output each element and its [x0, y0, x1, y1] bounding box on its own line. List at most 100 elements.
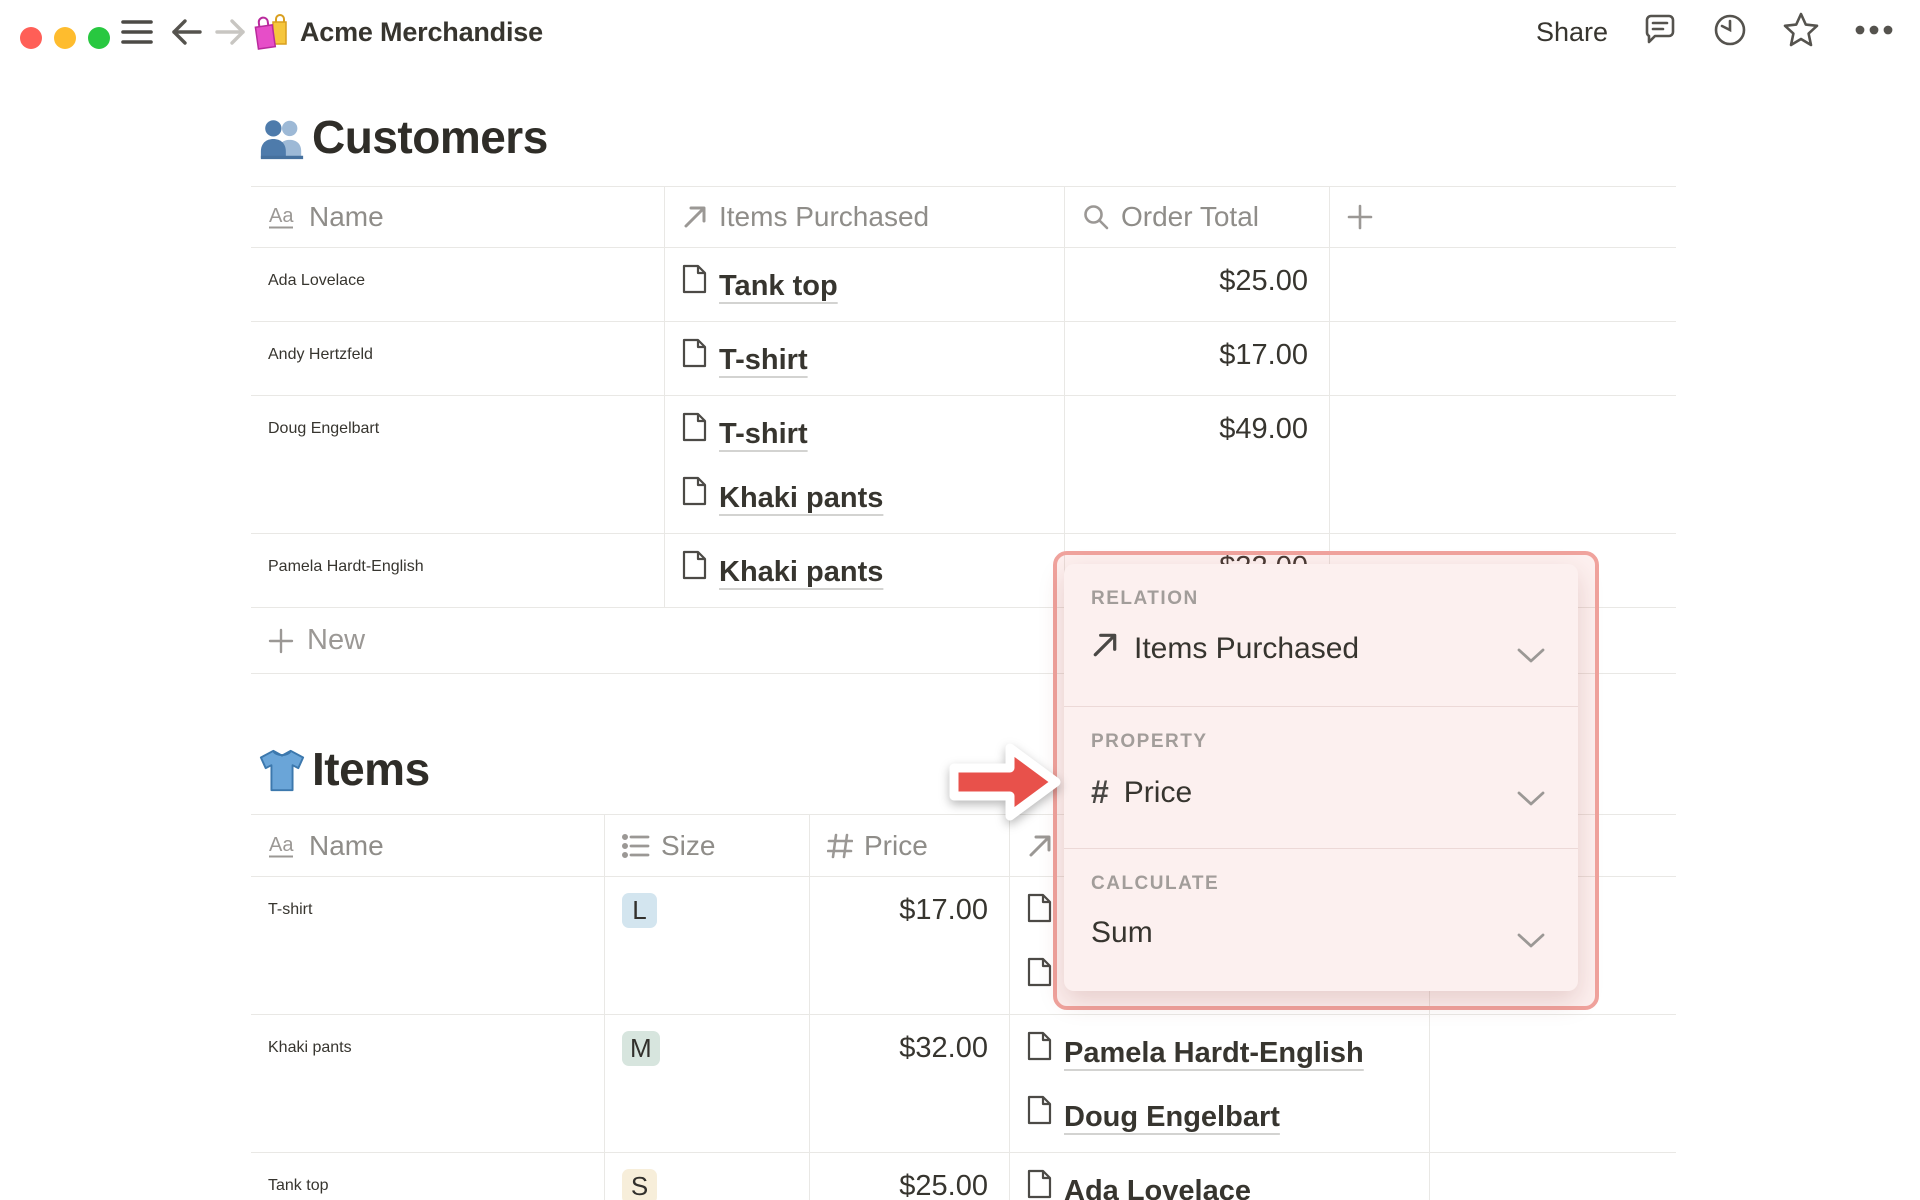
- tshirt-icon: [258, 745, 306, 793]
- price-cell[interactable]: $32.00: [810, 1015, 1010, 1152]
- customer-name-cell[interactable]: Andy Hertzfeld: [251, 322, 665, 395]
- customers-db-heading: Customers: [258, 110, 548, 164]
- users-icon: [258, 113, 306, 161]
- page-link[interactable]: Doug Engelbart: [1027, 1095, 1415, 1138]
- red-arrow-icon: [948, 740, 1064, 829]
- items-db-title[interactable]: Items: [312, 742, 430, 796]
- customers-db-title[interactable]: Customers: [312, 110, 548, 164]
- page-icon: [682, 476, 707, 519]
- title-icon: Aa: [268, 831, 298, 861]
- size-tag[interactable]: L: [622, 893, 657, 928]
- size-tag[interactable]: S: [622, 1169, 657, 1200]
- item-name-cell[interactable]: Khaki pants: [251, 1015, 605, 1152]
- size-tag[interactable]: M: [622, 1031, 660, 1066]
- table-row: Ada Lovelace Tank top $25.00: [251, 248, 1676, 322]
- column-header-items-purchased[interactable]: Items Purchased: [665, 187, 1065, 247]
- svg-text:Aa: Aa: [269, 205, 294, 227]
- calculate-section: CALCULATE Sum: [1064, 848, 1578, 990]
- customer-name-link[interactable]: Ada Lovelace: [268, 272, 365, 289]
- notion-window: Acme Merchandise Share Customers Aa Name…: [0, 0, 1920, 1200]
- customer-name-link[interactable]: Andy Hertzfeld: [268, 346, 373, 363]
- customers-relation-cell[interactable]: Pamela Hardt-English Doug Engelbart: [1010, 1015, 1430, 1152]
- customer-name-link[interactable]: Doug Engelbart: [268, 420, 379, 437]
- zoom-window-button[interactable]: [88, 27, 110, 49]
- more-options-button[interactable]: [1854, 23, 1894, 41]
- shopping-bags-icon: [252, 0, 292, 64]
- table-row: Andy Hertzfeld T-shirt $17.00: [251, 322, 1676, 396]
- back-button[interactable]: [170, 0, 204, 64]
- minimize-window-button[interactable]: [54, 27, 76, 49]
- size-cell[interactable]: M: [605, 1015, 810, 1152]
- page-icon: [1027, 957, 1052, 1000]
- items-purchased-cell[interactable]: T-shirt Khaki pants: [665, 396, 1065, 533]
- chevron-down-icon: [1516, 789, 1546, 812]
- page-link[interactable]: Khaki pants: [682, 550, 1050, 593]
- customer-name-cell[interactable]: Ada Lovelace: [251, 248, 665, 321]
- items-purchased-cell[interactable]: T-shirt: [665, 322, 1065, 395]
- items-purchased-cell[interactable]: Tank top: [665, 248, 1065, 321]
- rollup-magnifier-icon: [1082, 203, 1110, 231]
- number-hash-icon: #: [1091, 774, 1109, 810]
- chevron-down-icon: [1516, 646, 1546, 669]
- size-cell[interactable]: S: [605, 1153, 810, 1200]
- svg-text:Aa: Aa: [269, 834, 294, 856]
- customers-table-header: Aa Name Items Purchased Order Total: [251, 186, 1676, 248]
- column-header-name[interactable]: Aa Name: [251, 815, 605, 876]
- table-row: Tank top S $25.00 Ada Lovelace: [251, 1153, 1676, 1200]
- page-link[interactable]: Tank top: [682, 264, 1050, 307]
- column-header-order-total[interactable]: Order Total: [1065, 187, 1330, 247]
- page-icon: [682, 550, 707, 593]
- column-header-name[interactable]: Aa Name: [251, 187, 665, 247]
- share-button[interactable]: Share: [1536, 17, 1608, 48]
- sidebar-toggle-button[interactable]: [120, 0, 154, 64]
- page-link[interactable]: Pamela Hardt-English: [1027, 1031, 1415, 1074]
- page-link[interactable]: Khaki pants: [682, 476, 1050, 519]
- calculate-section-label: CALCULATE: [1091, 873, 1220, 894]
- property-select[interactable]: # Price: [1091, 774, 1578, 811]
- customer-name-link[interactable]: Pamela Hardt-English: [268, 558, 424, 575]
- items-db-heading: Items: [258, 742, 430, 796]
- rollup-config-popup: RELATION Items Purchased PROPERTY # Pric…: [1064, 564, 1578, 991]
- forward-button[interactable]: [213, 0, 247, 64]
- column-header-size[interactable]: Size: [605, 815, 810, 876]
- page-icon: [1027, 1031, 1052, 1074]
- chevron-down-icon: [1516, 931, 1546, 954]
- size-cell[interactable]: L: [605, 877, 810, 1014]
- relation-select[interactable]: Items Purchased: [1091, 631, 1578, 667]
- items-purchased-cell[interactable]: Khaki pants: [665, 534, 1065, 607]
- item-name-link[interactable]: Khaki pants: [268, 1039, 352, 1056]
- page-icon: [682, 412, 707, 455]
- relation-section-label: RELATION: [1091, 588, 1199, 609]
- item-name-link[interactable]: Tank top: [268, 1177, 328, 1194]
- plus-icon: [1347, 204, 1373, 230]
- history-icon[interactable]: [1712, 12, 1748, 53]
- add-property-button[interactable]: [1330, 187, 1676, 247]
- relation-section: RELATION Items Purchased: [1064, 564, 1578, 706]
- item-name-link[interactable]: T-shirt: [268, 901, 312, 918]
- page-title[interactable]: Acme Merchandise: [300, 0, 543, 64]
- close-window-button[interactable]: [20, 27, 42, 49]
- item-name-cell[interactable]: Tank top: [251, 1153, 605, 1200]
- empty-cell: [1430, 1153, 1676, 1200]
- page-link-label: Doug Engelbart: [1064, 1100, 1280, 1133]
- star-icon[interactable]: [1782, 12, 1820, 53]
- page-icon: [1027, 893, 1052, 936]
- page-link-label: T-shirt: [719, 343, 808, 376]
- page-link[interactable]: T-shirt: [682, 412, 1050, 455]
- order-total-cell: $25.00: [1065, 248, 1330, 321]
- item-name-cell[interactable]: T-shirt: [251, 877, 605, 1014]
- customers-relation-cell[interactable]: Ada Lovelace: [1010, 1153, 1430, 1200]
- comments-button[interactable]: [1642, 12, 1678, 53]
- customer-name-cell[interactable]: Pamela Hardt-English: [251, 534, 665, 607]
- property-section-label: PROPERTY: [1091, 731, 1208, 752]
- price-cell[interactable]: $25.00: [810, 1153, 1010, 1200]
- calculate-select[interactable]: Sum: [1091, 916, 1578, 950]
- page-link-label: Khaki pants: [719, 555, 884, 588]
- page-link-label: T-shirt: [719, 417, 808, 450]
- empty-cell: [1330, 248, 1676, 321]
- customer-name-cell[interactable]: Doug Engelbart: [251, 396, 665, 533]
- price-cell[interactable]: $17.00: [810, 877, 1010, 1014]
- page-link[interactable]: T-shirt: [682, 338, 1050, 381]
- page-link[interactable]: Ada Lovelace: [1027, 1169, 1415, 1200]
- number-hash-icon: [827, 833, 853, 859]
